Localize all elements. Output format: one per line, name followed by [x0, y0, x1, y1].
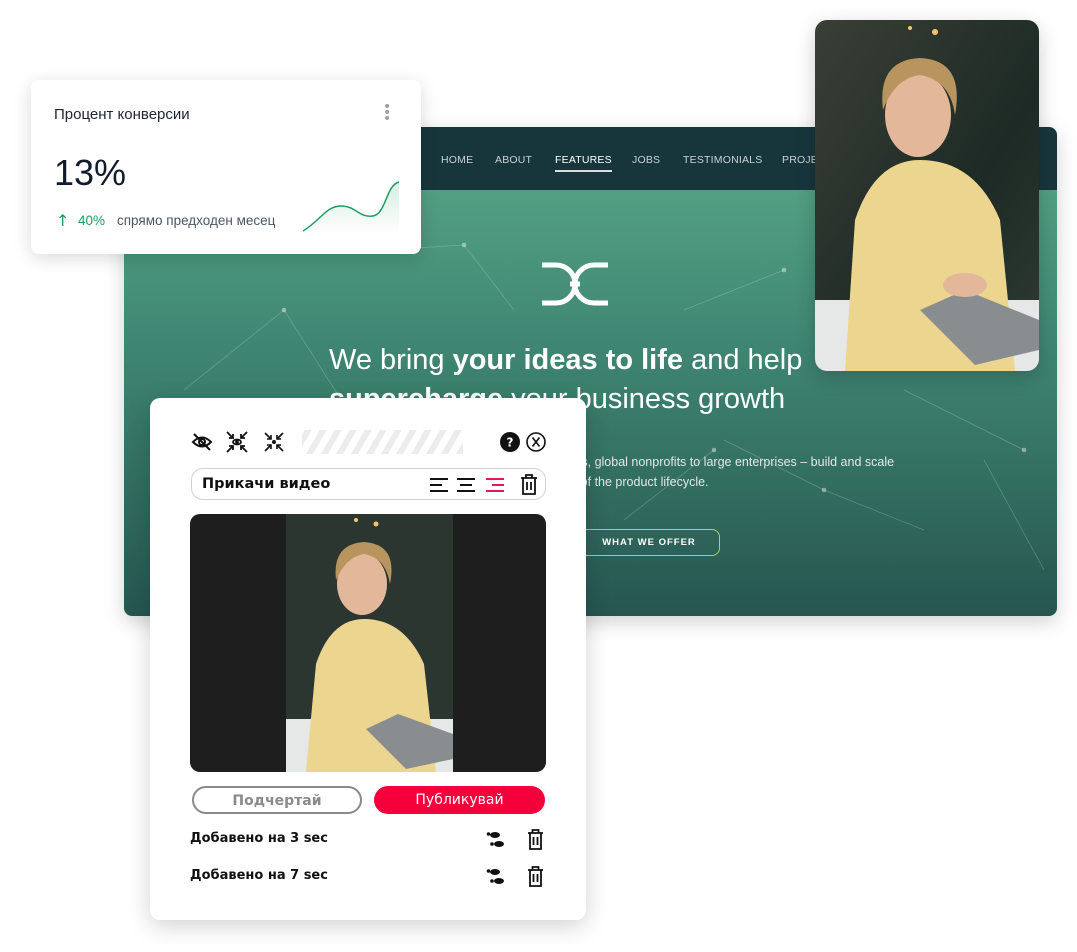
hero-subtext: tups, global nonprofits to large enterpr…: [564, 452, 1044, 492]
arrow-up-icon: ↑: [56, 211, 70, 230]
portrait-photo: [815, 20, 1039, 371]
trash-icon[interactable]: [520, 474, 538, 495]
sparkline: [302, 181, 400, 235]
focus-eye-icon[interactable]: [225, 430, 249, 454]
conversion-rate-card: Процент конверсии • • • 13% ↑ 40% спрямо п…: [31, 80, 421, 254]
nav-projects[interactable]: PROJE: [782, 154, 818, 166]
entry-label: Добавено на 3 sec: [190, 831, 328, 846]
trash-icon[interactable]: [527, 829, 544, 850]
entry-row: Добавено на 7 sec: [190, 865, 546, 889]
entry-label: Добавено на 7 sec: [190, 868, 328, 883]
close-icon[interactable]: [526, 432, 546, 452]
more-options-icon[interactable]: • • •: [383, 100, 391, 126]
company-logo: [542, 262, 608, 306]
svg-text:?: ?: [507, 436, 514, 450]
nav-home[interactable]: HOME: [441, 154, 473, 166]
subtext-line: es of the product lifecycle.: [564, 475, 709, 489]
video-title-value: Прикачи видео: [202, 476, 331, 492]
conversion-value: 13%: [54, 152, 127, 193]
video-frame: [286, 514, 453, 772]
publish-button[interactable]: Публикувай: [374, 786, 545, 814]
collapse-icon[interactable]: [263, 431, 285, 453]
footsteps-icon[interactable]: [486, 868, 506, 886]
change-percent: 40%: [78, 213, 106, 228]
align-left-icon[interactable]: [430, 478, 448, 492]
nav-about[interactable]: ABOUT: [495, 154, 532, 166]
video-preview[interactable]: [190, 514, 546, 772]
align-center-icon[interactable]: [457, 478, 475, 492]
footsteps-icon[interactable]: [486, 831, 506, 849]
help-icon[interactable]: ?: [500, 432, 520, 452]
video-title-input[interactable]: Прикачи видео: [191, 468, 546, 500]
video-editor-panel: ? Прикачи видео Подчертай Публикувай Доб…: [150, 398, 586, 920]
nav-testimonials[interactable]: TESTIMONIALS: [683, 154, 762, 166]
entry-row: Добавено на 3 sec: [190, 828, 546, 852]
subtext-line: tups, global nonprofits to large enterpr…: [564, 455, 895, 469]
underline-button[interactable]: Подчертай: [192, 786, 362, 814]
card-title: Процент конверсии: [54, 106, 190, 123]
nav-features[interactable]: FEATURES: [555, 154, 612, 172]
drag-handle[interactable]: [302, 430, 463, 454]
nav-jobs[interactable]: JOBS: [632, 154, 660, 166]
eye-off-icon[interactable]: [191, 431, 213, 453]
what-we-offer-button[interactable]: WHAT WE OFFER: [578, 529, 720, 556]
align-right-icon[interactable]: [486, 478, 504, 492]
comparison-label: спрямо предходен месец: [117, 213, 276, 228]
trash-icon[interactable]: [527, 866, 544, 887]
